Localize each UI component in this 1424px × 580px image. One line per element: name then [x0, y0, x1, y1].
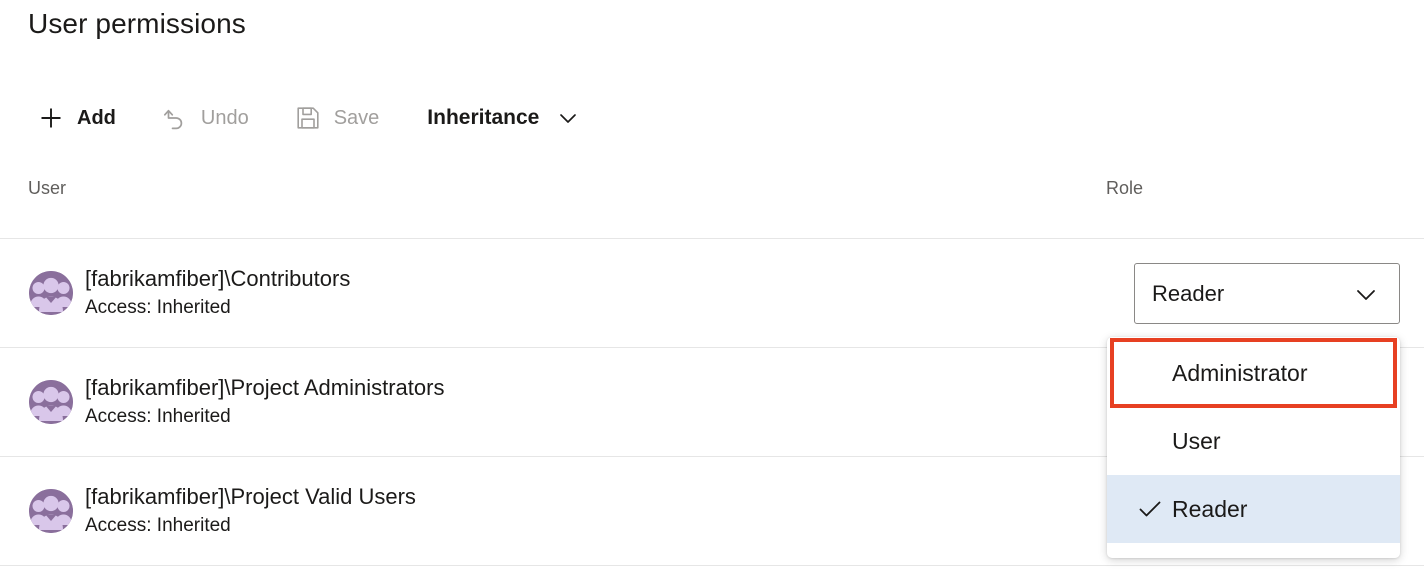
row-text-block: [fabrikamfiber]\Contributors Access: Inh…: [85, 264, 350, 322]
undo-icon: [160, 103, 190, 133]
save-button-label: Save: [333, 106, 380, 129]
undo-button[interactable]: Undo: [152, 96, 257, 140]
role-option-administrator[interactable]: Administrator: [1107, 339, 1400, 407]
row-access: Access: Inherited: [85, 515, 231, 536]
save-floppy-icon: [293, 103, 323, 133]
column-header-user: User: [28, 178, 67, 198]
group-avatar-icon: [29, 271, 73, 315]
row-user-name: [fabrikamfiber]\Contributors: [85, 266, 351, 291]
group-avatar-icon: [29, 380, 73, 424]
role-dropdown-value: Reader: [1152, 280, 1225, 306]
table-column-headers: User Role: [0, 178, 1424, 238]
role-dropdown-listbox: Administrator User Reader: [1107, 337, 1400, 558]
row-access: Access: Inherited: [85, 297, 231, 318]
plus-icon: [36, 103, 66, 133]
add-button[interactable]: Add: [28, 96, 124, 140]
column-header-role: Role: [1106, 178, 1144, 198]
row-user-name: [fabrikamfiber]\Project Administrators: [85, 375, 445, 400]
undo-button-label: Undo: [200, 106, 249, 129]
row-text-block: [fabrikamfiber]\Project Valid Users Acce…: [85, 482, 416, 540]
chevron-down-icon: [557, 107, 579, 129]
group-avatar-icon: [29, 489, 73, 533]
role-dropdown-button[interactable]: Reader: [1134, 263, 1400, 324]
chevron-down-icon: [1351, 279, 1381, 309]
row-text-block: [fabrikamfiber]\Project Administrators A…: [85, 373, 444, 431]
role-option-reader[interactable]: Reader: [1107, 475, 1400, 543]
role-option-label: Administrator: [1172, 359, 1308, 386]
row-access: Access: Inherited: [85, 406, 231, 427]
add-button-label: Add: [77, 106, 116, 129]
inheritance-label: Inheritance: [427, 106, 540, 129]
page-title: User permissions: [28, 8, 246, 39]
row-user-name: [fabrikamfiber]\Project Valid Users: [85, 484, 416, 509]
role-option-label: Reader: [1172, 495, 1248, 522]
role-option-user[interactable]: User: [1107, 407, 1400, 475]
inheritance-menu-button[interactable]: Inheritance: [421, 96, 585, 140]
command-toolbar: Add Undo Save Inheritance: [28, 96, 585, 140]
check-icon: [1128, 495, 1172, 523]
role-option-label: User: [1172, 427, 1221, 454]
save-button[interactable]: Save: [285, 96, 388, 140]
